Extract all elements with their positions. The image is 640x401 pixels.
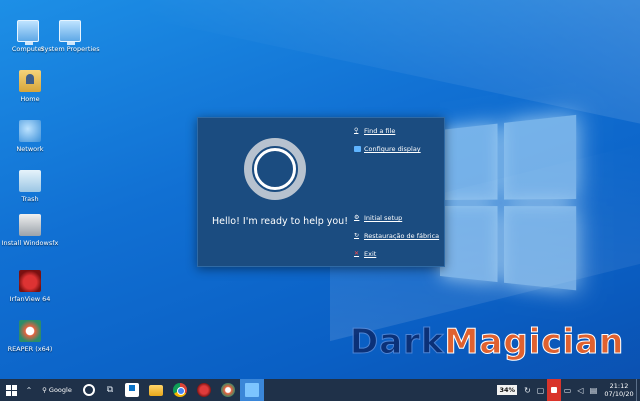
monitor-icon[interactable]: ▭ xyxy=(561,379,574,401)
assistant-greeting: Hello! I'm ready to help you! xyxy=(212,216,349,227)
taskbar-app-active-window[interactable] xyxy=(240,379,264,401)
menu-find-file[interactable]: ⚲ Find a file xyxy=(354,127,395,135)
desktop-icon-trash[interactable]: Trash xyxy=(0,170,60,203)
irfanview-icon xyxy=(19,270,41,292)
menu-initial-setup[interactable]: ⚙ Initial setup xyxy=(354,214,402,222)
reaper-icon xyxy=(221,383,235,397)
irfanview-icon xyxy=(197,383,211,397)
menu-factory-restore[interactable]: ↻ Restauração de fábrica xyxy=(354,232,439,240)
window-icon xyxy=(245,383,259,397)
taskbar-app-store[interactable] xyxy=(120,379,144,401)
desktop-icon-reaper[interactable]: REAPER (x64) xyxy=(0,320,60,353)
refresh-icon[interactable]: ↻ xyxy=(521,379,534,401)
taskbar-app-chrome[interactable] xyxy=(168,379,192,401)
taskbar: ⌃ ⚲ Google ⧉ 34% ↻ ▢ ▭ ◁ ▤ 21:12 07/10/2… xyxy=(0,379,640,401)
close-icon: ✕ xyxy=(354,250,360,257)
display-icon xyxy=(354,146,361,152)
watermark-logo: DarkMagician xyxy=(350,322,625,363)
cortana-button[interactable] xyxy=(78,379,100,401)
start-button[interactable] xyxy=(0,379,22,401)
desktop-icon-home[interactable]: Home xyxy=(0,70,60,103)
computer-icon xyxy=(17,20,39,45)
menu-exit[interactable]: ✕ Exit xyxy=(354,250,376,258)
desktop-icon-install[interactable]: Install Windowsfx xyxy=(0,214,60,247)
task-view-button[interactable]: ⧉ xyxy=(100,379,120,401)
desktop-icon-network[interactable]: Network xyxy=(0,120,60,153)
home-folder-icon xyxy=(19,70,41,92)
battery-indicator[interactable]: 34% xyxy=(497,385,517,395)
system-tray: 34% ↻ ▢ ▭ ◁ ▤ 21:12 07/10/20 xyxy=(497,379,640,401)
task-view-icon: ⧉ xyxy=(106,385,114,395)
store-icon xyxy=(125,383,139,397)
cortana-ring-icon xyxy=(83,384,95,396)
chrome-icon xyxy=(173,383,187,397)
notification-icon[interactable]: ▢ xyxy=(534,379,547,401)
clock[interactable]: 21:12 07/10/20 xyxy=(602,382,636,398)
menu-configure-display[interactable]: Configure display xyxy=(354,145,421,153)
windows-icon xyxy=(5,384,17,396)
clock-time: 21:12 xyxy=(609,382,629,390)
desktop-icon-irfanview[interactable]: IrfanView 64 xyxy=(0,270,60,303)
network-icon xyxy=(19,120,41,142)
taskbar-app-file-manager[interactable] xyxy=(144,379,168,401)
assistant-dialog: Hello! I'm ready to help you! ⚲ Find a f… xyxy=(197,117,445,267)
desktop-icon-system-properties[interactable]: System Properties xyxy=(40,20,100,53)
volume-icon[interactable]: ◁ xyxy=(574,379,587,401)
gear-icon: ⚙ xyxy=(354,214,360,221)
system-properties-icon xyxy=(59,20,81,45)
search-button[interactable]: ⚲ Google xyxy=(36,379,78,401)
show-desktop-button[interactable] xyxy=(636,379,640,401)
taskbar-app-reaper[interactable] xyxy=(216,379,240,401)
trash-icon xyxy=(19,170,41,192)
taskbar-app-irfanview[interactable] xyxy=(192,379,216,401)
chevron-up-icon[interactable]: ⌃ xyxy=(22,379,36,401)
reaper-icon xyxy=(19,320,41,342)
search-icon: ⚲ xyxy=(42,386,47,394)
search-icon: ⚲ xyxy=(354,127,359,134)
keyboard-icon[interactable]: ▤ xyxy=(587,379,600,401)
windows-logo-wallpaper xyxy=(440,114,581,295)
install-disk-icon xyxy=(19,214,41,236)
cortana-ring-icon xyxy=(244,138,306,200)
clock-date: 07/10/20 xyxy=(604,390,634,398)
restore-icon: ↻ xyxy=(354,232,360,239)
folder-icon xyxy=(149,384,163,396)
record-icon[interactable] xyxy=(547,379,561,401)
light-beam xyxy=(150,0,640,131)
